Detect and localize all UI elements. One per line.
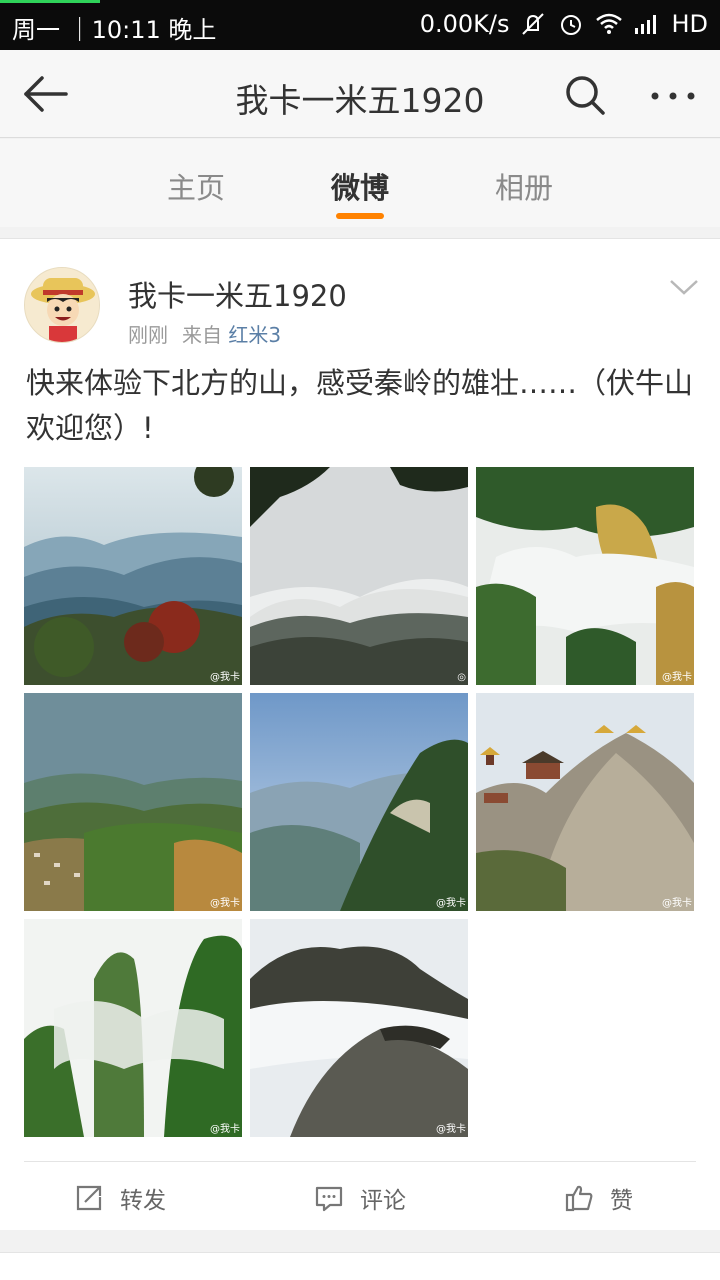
like-label: 赞 — [610, 1188, 633, 1214]
page-title: 我卡一米五1920 — [235, 81, 485, 120]
photo-rocky-peak-clouds — [250, 919, 468, 1137]
repost-label: 转发 — [120, 1188, 166, 1214]
nav-bar: 我卡一米五1920 — [0, 50, 720, 138]
source-label: 来自 — [182, 323, 222, 347]
photo-watermark: @我卡 — [210, 898, 240, 909]
mute-icon — [522, 13, 545, 35]
post-author[interactable]: 我卡一米五1920 — [128, 273, 347, 315]
signal-icon — [635, 15, 657, 34]
photo-watermark: @我卡 — [662, 672, 692, 683]
post-meta: 刚刚 来自 红米3 — [128, 319, 281, 348]
avatar[interactable] — [24, 267, 100, 343]
photo-watermark: @我卡 — [436, 1124, 466, 1135]
status-time: 周一 ｜10:11 晚上 — [12, 16, 217, 44]
repost-button[interactable]: 转发 — [74, 1181, 166, 1215]
photo-mountains — [24, 467, 242, 685]
wifi-icon — [596, 13, 623, 34]
comment-button[interactable]: 评论 — [314, 1181, 406, 1215]
next-card-edge — [0, 1252, 720, 1280]
status-bar: 周一 ｜10:11 晚上 0.00K/s HD — [0, 0, 720, 50]
action-divider — [24, 1161, 696, 1162]
post-photo[interactable]: @我卡 — [476, 467, 694, 685]
tab-album[interactable]: 相册 — [464, 165, 584, 207]
post-photo[interactable]: @我卡 — [476, 693, 694, 911]
photo-cloud-sea — [250, 467, 468, 685]
post-photo[interactable]: @我卡 — [250, 919, 468, 1137]
like-button[interactable]: 赞 — [564, 1181, 633, 1215]
tab-weibo[interactable]: 微博 — [300, 165, 420, 207]
chevron-down-icon[interactable] — [668, 277, 700, 297]
source-device[interactable]: 红米3 — [228, 323, 281, 347]
post-photo[interactable]: @我卡 — [250, 693, 468, 911]
status-indicator-line — [0, 0, 100, 3]
photo-watermark: @我卡 — [210, 1124, 240, 1135]
post-photo[interactable]: @我卡 — [24, 467, 242, 685]
comment-icon — [315, 1186, 343, 1212]
alarm-icon — [561, 15, 582, 35]
post-text: 快来体验下北方的山，感受秦岭的雄壮……（伏牛山欢迎您）! — [26, 366, 694, 445]
status-right: 0.00K/s HD — [420, 10, 708, 38]
post-photo[interactable]: @我卡 — [24, 693, 242, 911]
photo-watermark: @我卡 — [436, 898, 466, 909]
search-icon[interactable] — [564, 74, 606, 116]
photo-temple-peak — [476, 693, 694, 911]
photo-forested-ridge — [250, 693, 468, 911]
photo-golden-cliffs — [476, 467, 694, 685]
more-options-icon[interactable] — [648, 84, 698, 108]
photo-watermark: @我卡 — [662, 898, 692, 909]
post-photo[interactable]: ◎ — [250, 467, 468, 685]
network-speed: 0.00K/s — [419, 10, 510, 38]
avatar-image — [25, 268, 99, 342]
repost-icon — [76, 1185, 102, 1211]
comment-label: 评论 — [360, 1188, 406, 1214]
thumbs-up-icon — [565, 1185, 593, 1212]
post-time: 刚刚 — [128, 323, 168, 347]
post-photo[interactable]: @我卡 — [24, 919, 242, 1137]
photo-watermark: @我卡 — [210, 672, 240, 683]
photo-green-peaks-fog — [24, 919, 242, 1137]
active-tab-indicator — [336, 213, 384, 219]
network-type: HD — [671, 10, 708, 38]
profile-tabs: 主页 微博 相册 — [0, 139, 720, 227]
photo-watermark-icon: ◎ — [457, 672, 466, 683]
photo-valley-village — [24, 693, 242, 911]
post-card: 我卡一米五1920 刚刚 来自 红米3 快来体验下北方的山，感受秦岭的雄壮……（伏… — [0, 238, 720, 1230]
tab-home[interactable]: 主页 — [136, 165, 256, 207]
